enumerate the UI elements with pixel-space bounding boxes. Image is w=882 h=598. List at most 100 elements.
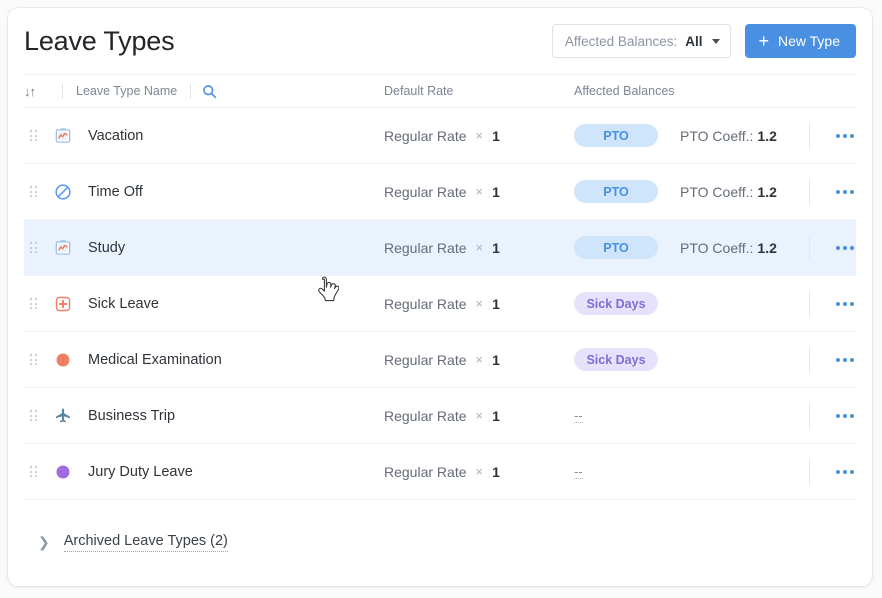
pto-coefficient-value[interactable]: 1.2	[757, 128, 776, 144]
col-leave-type-name: Leave Type Name	[54, 83, 384, 99]
airplane-icon	[54, 407, 72, 425]
leave-type-name[interactable]: Study	[88, 240, 125, 256]
clipboard-chart-icon	[54, 239, 72, 257]
rate-multiplier[interactable]: 1	[492, 464, 500, 480]
pto-coefficient: PTO Coeff.: 1.2	[680, 184, 777, 200]
row-drag-cell	[24, 242, 54, 253]
empty-balance-value[interactable]: --	[574, 409, 583, 423]
no-entry-icon	[54, 183, 72, 201]
row-actions-cell	[782, 290, 856, 317]
leave-type-name[interactable]: Business Trip	[88, 408, 175, 424]
row-overflow-menu-icon[interactable]	[834, 296, 856, 312]
row-overflow-menu-icon[interactable]	[834, 408, 856, 424]
rate-label[interactable]: Regular Rate	[384, 408, 467, 424]
leave-type-name-cell: Time Off	[54, 183, 384, 201]
drag-handle-icon[interactable]	[30, 466, 37, 477]
rate-label[interactable]: Regular Rate	[384, 184, 467, 200]
status-badge[interactable]: PTO	[574, 124, 658, 147]
table-row[interactable]: Vacation Regular Rate × 1 PTO PTO Coeff.…	[24, 108, 856, 164]
rate-label[interactable]: Regular Rate	[384, 240, 467, 256]
row-actions-cell	[782, 234, 856, 261]
drag-handle-icon[interactable]	[30, 186, 37, 197]
new-type-button[interactable]: + New Type	[745, 24, 856, 58]
row-overflow-menu-icon[interactable]	[834, 464, 856, 480]
default-rate-cell: Regular Rate × 1	[384, 464, 574, 480]
rate-label[interactable]: Regular Rate	[384, 296, 467, 312]
pto-coefficient-value[interactable]: 1.2	[757, 240, 776, 256]
rate-multiplier[interactable]: 1	[492, 408, 500, 424]
default-rate-cell: Regular Rate × 1	[384, 296, 574, 312]
empty-balance-value[interactable]: --	[574, 465, 583, 479]
leave-type-name-cell: Business Trip	[54, 407, 384, 425]
drag-handle-icon[interactable]	[30, 410, 37, 421]
status-badge[interactable]: Sick Days	[574, 348, 658, 371]
rate-multiplier[interactable]: 1	[492, 128, 500, 144]
divider	[809, 290, 810, 317]
chevron-right-icon[interactable]: ❯	[38, 534, 50, 551]
table-row[interactable]: Time Off Regular Rate × 1 PTO PTO Coeff.…	[24, 164, 856, 220]
rate-multiplier[interactable]: 1	[492, 296, 500, 312]
search-icon[interactable]	[202, 84, 217, 99]
table-row[interactable]: Business Trip Regular Rate × 1 --	[24, 388, 856, 444]
table-row[interactable]: Sick Leave Regular Rate × 1 Sick Days	[24, 276, 856, 332]
multiply-sign: ×	[475, 464, 484, 479]
affected-balances-cell: PTO PTO Coeff.: 1.2	[574, 180, 782, 203]
status-badge[interactable]: Sick Days	[574, 292, 658, 315]
status-badge[interactable]: PTO	[574, 236, 658, 259]
row-actions-cell	[782, 458, 856, 485]
col-name-label[interactable]: Leave Type Name	[76, 84, 177, 98]
row-overflow-menu-icon[interactable]	[834, 128, 856, 144]
col-drag-spacer: ↓↑	[24, 84, 54, 99]
divider	[809, 402, 810, 429]
table-row[interactable]: Medical Examination Regular Rate × 1 Sic…	[24, 332, 856, 388]
table-row[interactable]: Jury Duty Leave Regular Rate × 1 --	[24, 444, 856, 500]
affected-balances-filter[interactable]: Affected Balances: All	[551, 24, 732, 58]
drag-handle-icon[interactable]	[30, 298, 37, 309]
row-overflow-menu-icon[interactable]	[834, 184, 856, 200]
filter-label: Affected Balances:	[564, 33, 678, 49]
row-drag-cell	[24, 354, 54, 365]
affected-balances-cell: PTO PTO Coeff.: 1.2	[574, 124, 782, 147]
status-badge[interactable]: PTO	[574, 180, 658, 203]
affected-balances-cell: Sick Days	[574, 292, 782, 315]
row-drag-cell	[24, 130, 54, 141]
rate-label[interactable]: Regular Rate	[384, 352, 467, 368]
medical-cross-icon	[54, 295, 72, 313]
default-rate-cell: Regular Rate × 1	[384, 184, 574, 200]
leave-type-name-cell: Jury Duty Leave	[54, 463, 384, 481]
table-body: Vacation Regular Rate × 1 PTO PTO Coeff.…	[24, 108, 856, 500]
leave-type-name[interactable]: Vacation	[88, 128, 143, 144]
drag-handle-icon[interactable]	[30, 242, 37, 253]
leave-type-name[interactable]: Jury Duty Leave	[88, 464, 193, 480]
affected-balances-cell: PTO PTO Coeff.: 1.2	[574, 236, 782, 259]
table-row[interactable]: Study Regular Rate × 1 PTO PTO Coeff.: 1.…	[24, 220, 856, 276]
sort-icon[interactable]: ↓↑	[24, 84, 36, 99]
rate-multiplier[interactable]: 1	[492, 184, 500, 200]
rate-label[interactable]: Regular Rate	[384, 128, 467, 144]
archived-leave-types-row[interactable]: ❯ Archived Leave Types (2)	[8, 508, 872, 576]
leave-type-name[interactable]: Time Off	[88, 184, 143, 200]
divider	[190, 83, 192, 99]
rate-multiplier[interactable]: 1	[492, 240, 500, 256]
rate-multiplier[interactable]: 1	[492, 352, 500, 368]
row-overflow-menu-icon[interactable]	[834, 240, 856, 256]
drag-handle-icon[interactable]	[30, 130, 37, 141]
rate-label[interactable]: Regular Rate	[384, 464, 467, 480]
pto-coefficient-value[interactable]: 1.2	[757, 184, 776, 200]
chevron-down-icon	[712, 38, 721, 44]
multiply-sign: ×	[475, 240, 484, 255]
drag-handle-icon[interactable]	[30, 354, 37, 365]
pto-coefficient-label: PTO Coeff.:	[680, 239, 754, 256]
circle-orange-icon	[54, 351, 72, 369]
leave-type-name[interactable]: Medical Examination	[88, 352, 222, 368]
new-type-label: New Type	[778, 33, 840, 49]
clipboard-chart-icon	[54, 127, 72, 145]
multiply-sign: ×	[475, 296, 484, 311]
archived-leave-types-label[interactable]: Archived Leave Types (2)	[63, 533, 228, 552]
filter-value: All	[685, 33, 703, 49]
multiply-sign: ×	[475, 184, 484, 199]
default-rate-cell: Regular Rate × 1	[384, 128, 574, 144]
leave-type-name[interactable]: Sick Leave	[88, 296, 159, 312]
row-overflow-menu-icon[interactable]	[834, 352, 856, 368]
header-actions: Affected Balances: All + New Type	[551, 24, 856, 58]
